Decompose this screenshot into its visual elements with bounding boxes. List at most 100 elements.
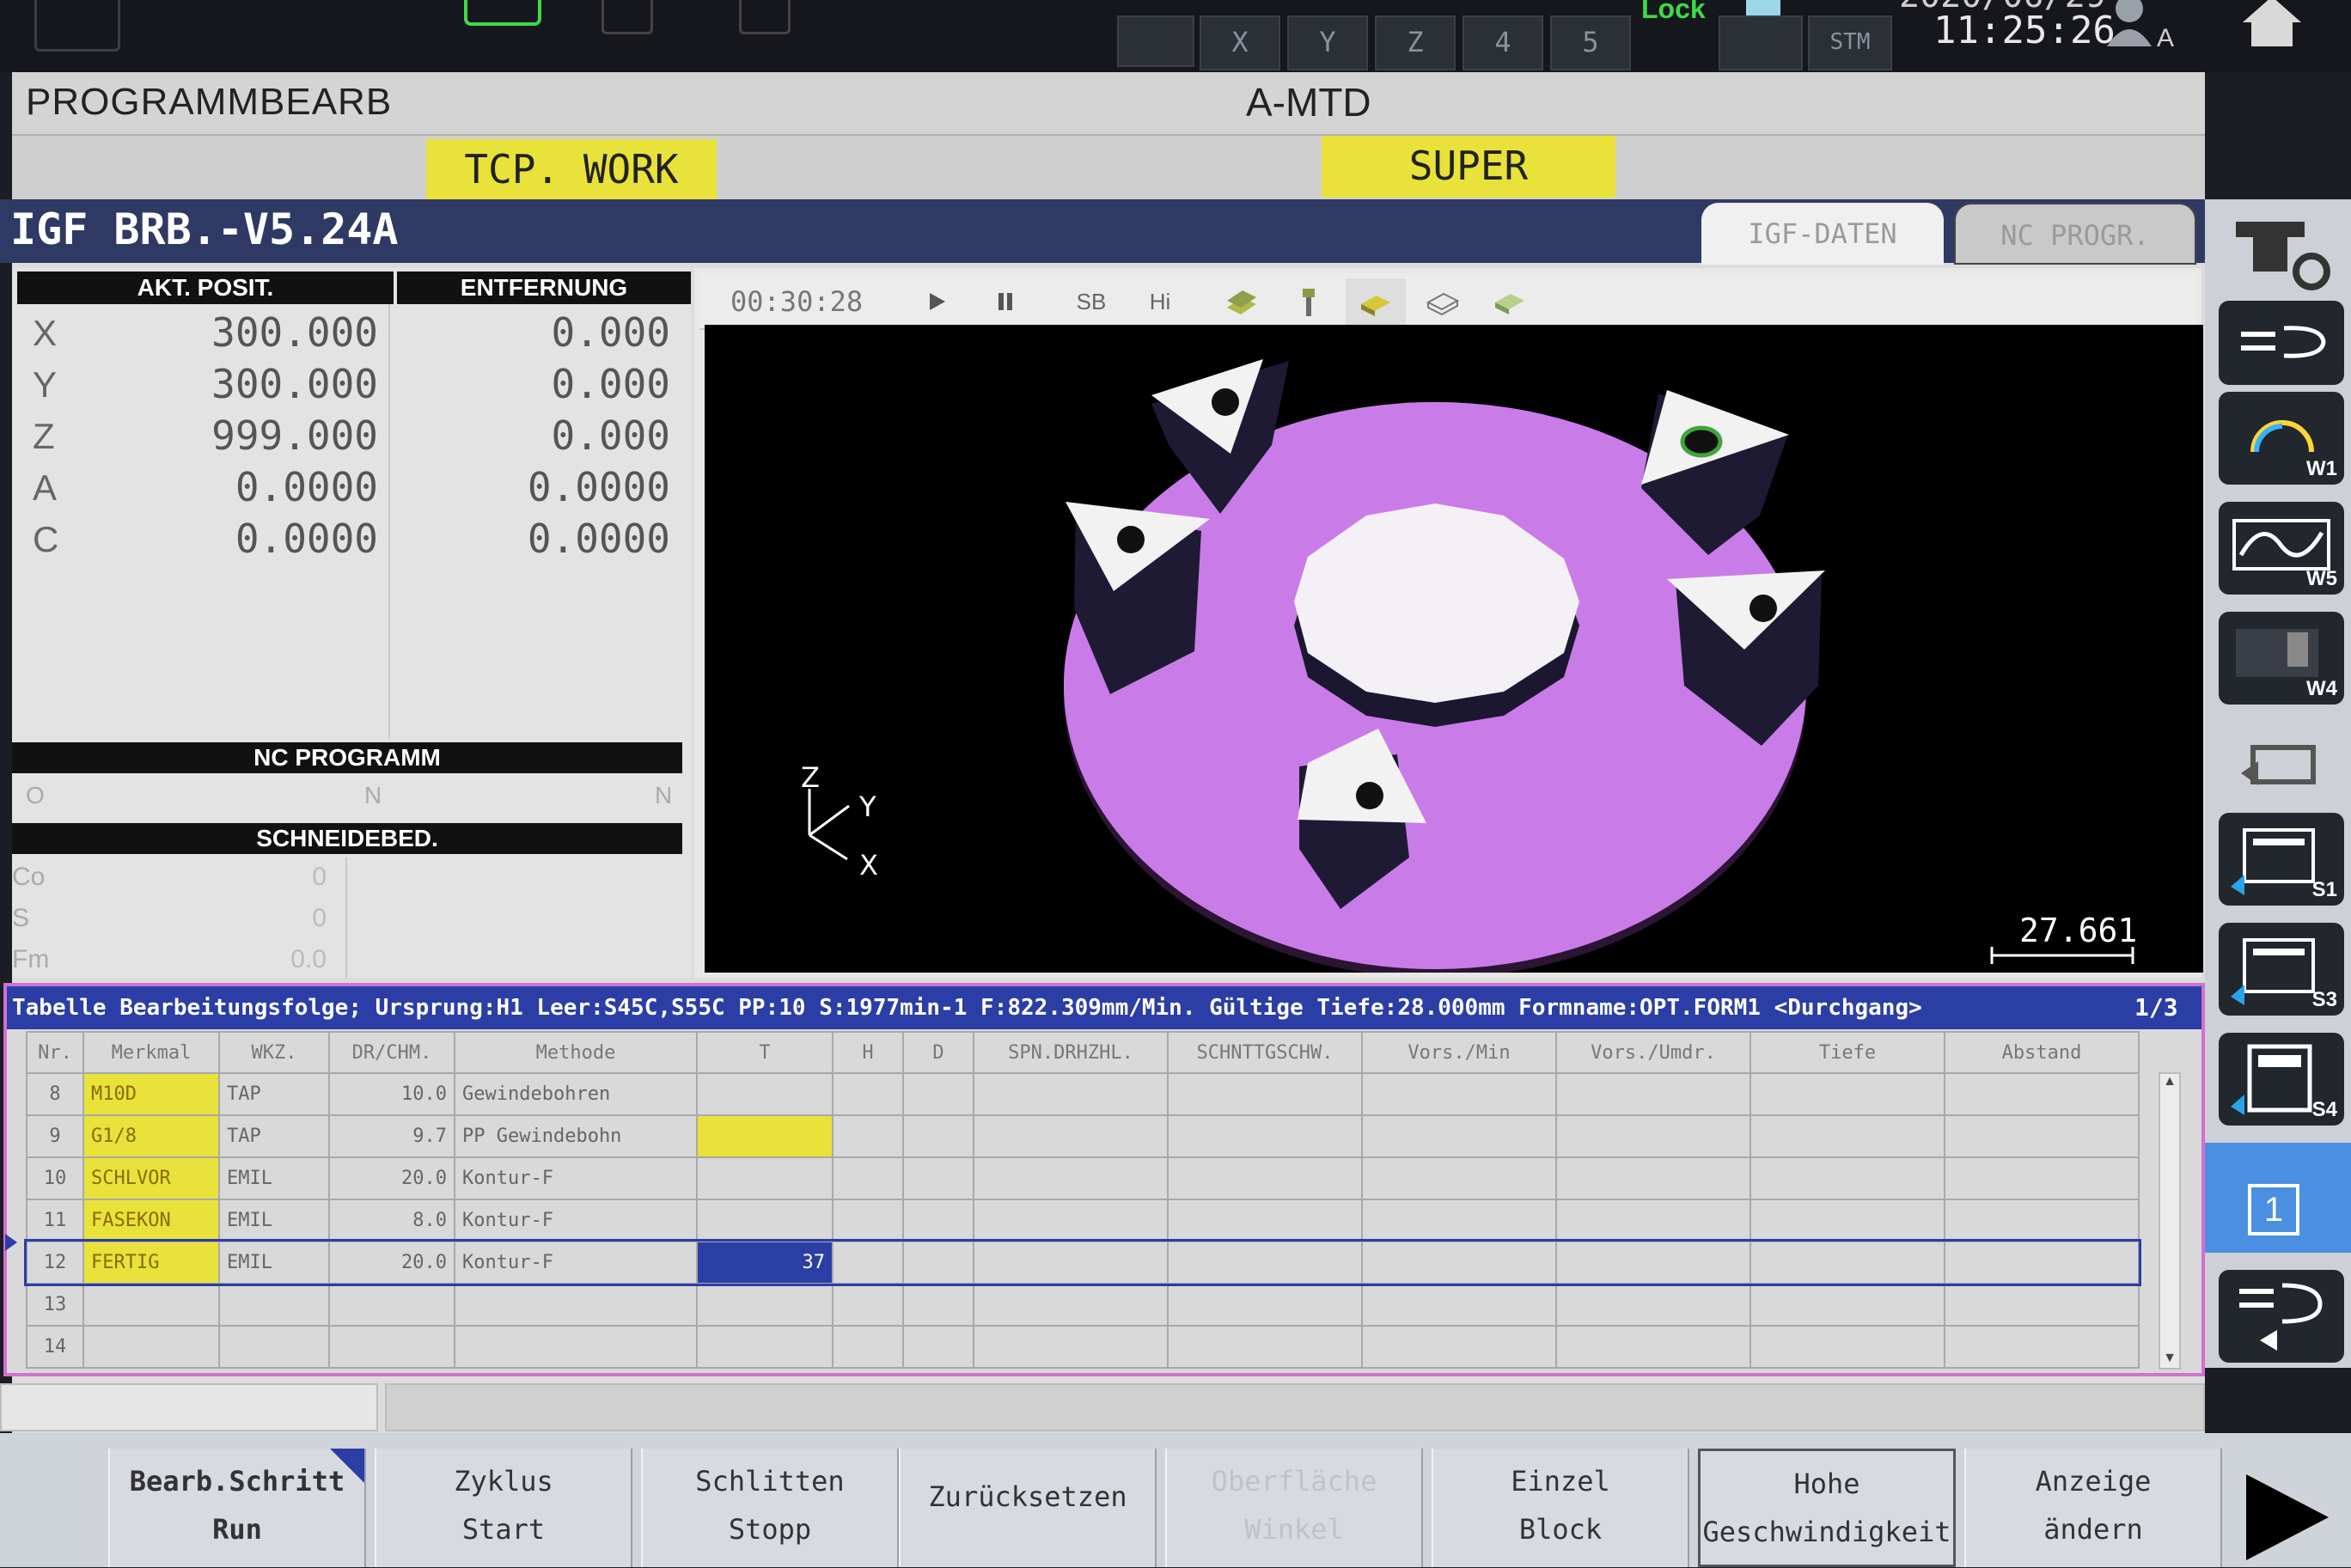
row-merkmal[interactable] — [82, 1283, 220, 1327]
softkey-high-speed[interactable]: Hohe Geschwindigkeit — [1698, 1449, 1956, 1567]
row-dr[interactable]: 8.0 — [328, 1199, 455, 1242]
row-h[interactable] — [832, 1283, 904, 1327]
row-feed-rev[interactable] — [1555, 1156, 1751, 1200]
row-spindle[interactable] — [973, 1199, 1169, 1242]
table-row[interactable]: 11 FASEKON EMIL 8.0 Kontur-F — [26, 1199, 2140, 1242]
table-row[interactable]: 8 M10D TAP 10.0 Gewindebohren — [26, 1072, 2140, 1116]
row-wkz[interactable] — [218, 1325, 330, 1369]
row-t[interactable] — [696, 1156, 834, 1200]
row-distance[interactable] — [1944, 1283, 2140, 1327]
table-row[interactable]: 14 — [26, 1325, 2140, 1369]
row-cut-speed[interactable] — [1167, 1156, 1363, 1200]
row-d[interactable] — [902, 1156, 974, 1200]
row-feed-rev[interactable] — [1555, 1114, 1751, 1158]
program-list-button[interactable] — [2219, 301, 2344, 385]
row-dr[interactable]: 10.0 — [328, 1072, 455, 1116]
row-t[interactable] — [696, 1114, 834, 1158]
row-methode[interactable]: Gewindebohren — [454, 1072, 698, 1116]
row-distance[interactable] — [1944, 1325, 2140, 1369]
next-page-button[interactable] — [2234, 1461, 2337, 1564]
w5-button[interactable]: W5 — [2219, 502, 2344, 595]
row-spindle[interactable] — [973, 1156, 1169, 1200]
row-feed-rev[interactable] — [1555, 1199, 1751, 1242]
table-row[interactable]: 10 SCHLVOR EMIL 20.0 Kontur-F — [26, 1156, 2140, 1200]
program-return-button[interactable] — [2219, 1270, 2344, 1363]
row-h[interactable] — [832, 1156, 904, 1200]
softkey-reset[interactable]: Zurücksetzen — [899, 1449, 1157, 1567]
row-depth[interactable] — [1750, 1325, 1945, 1369]
softkey-surface-angle[interactable]: Oberfläche Winkel — [1165, 1449, 1423, 1567]
softkey-change-display[interactable]: Anzeige ändern — [1964, 1449, 2222, 1567]
row-dr[interactable]: 20.0 — [328, 1156, 455, 1200]
s4-button[interactable]: S4 — [2219, 1033, 2344, 1126]
s3-button[interactable]: S3 — [2219, 923, 2344, 1016]
softkey-cycle-start[interactable]: Zyklus Start — [375, 1449, 632, 1567]
row-feed-rev[interactable] — [1555, 1325, 1751, 1369]
single-block-button[interactable]: SB — [1066, 278, 1117, 325]
row-wkz[interactable]: TAP — [218, 1114, 330, 1158]
row-feed-min[interactable] — [1361, 1241, 1557, 1284]
table-row-selected[interactable]: 12 FERTIG EMIL 20.0 Kontur-F 37 — [24, 1239, 2141, 1286]
row-methode[interactable]: Kontur-F — [454, 1241, 698, 1284]
row-feed-min[interactable] — [1361, 1283, 1557, 1327]
table-row[interactable]: 9 G1/8 TAP 9.7 PP Gewindebohn — [26, 1114, 2140, 1158]
row-distance[interactable] — [1944, 1241, 2140, 1284]
row-depth[interactable] — [1750, 1072, 1945, 1116]
row-h[interactable] — [832, 1241, 904, 1284]
row-feed-rev[interactable] — [1555, 1283, 1751, 1327]
row-methode[interactable] — [454, 1283, 698, 1327]
row-feed-min[interactable] — [1361, 1156, 1557, 1200]
row-feed-rev[interactable] — [1555, 1241, 1751, 1284]
tool-button[interactable] — [1279, 278, 1339, 325]
row-d[interactable] — [902, 1072, 974, 1116]
row-methode[interactable]: PP Gewindebohn — [454, 1114, 698, 1158]
row-distance[interactable] — [1944, 1114, 2140, 1158]
row-merkmal[interactable]: SCHLVOR — [82, 1156, 220, 1200]
table-scrollbar[interactable]: ▲ ▼ — [2159, 1072, 2181, 1370]
row-d[interactable] — [902, 1283, 974, 1327]
row-d[interactable] — [902, 1114, 974, 1158]
row-t[interactable] — [696, 1325, 834, 1369]
row-feed-min[interactable] — [1361, 1325, 1557, 1369]
toolpath-button[interactable] — [1212, 278, 1272, 325]
row-spindle[interactable] — [973, 1114, 1169, 1158]
row-merkmal[interactable] — [82, 1325, 220, 1369]
row-t-selected[interactable]: 37 — [696, 1241, 834, 1284]
row-d[interactable] — [902, 1325, 974, 1369]
window-switch-button[interactable] — [2219, 727, 2344, 801]
row-cut-speed[interactable] — [1167, 1283, 1363, 1327]
row-merkmal[interactable]: FASEKON — [82, 1199, 220, 1242]
row-depth[interactable] — [1750, 1283, 1945, 1327]
row-cut-speed[interactable] — [1167, 1199, 1363, 1242]
play-button[interactable] — [911, 278, 962, 325]
row-dr[interactable]: 20.0 — [328, 1241, 455, 1284]
row-h[interactable] — [832, 1325, 904, 1369]
row-cut-speed[interactable] — [1167, 1114, 1363, 1158]
row-spindle[interactable] — [973, 1325, 1169, 1369]
row-h[interactable] — [832, 1114, 904, 1158]
row-h[interactable] — [832, 1072, 904, 1116]
tab-nc-progr[interactable]: NC PROGR. — [1954, 203, 2196, 265]
row-spindle[interactable] — [973, 1241, 1169, 1284]
row-merkmal[interactable]: M10D — [82, 1072, 220, 1116]
row-distance[interactable] — [1944, 1199, 2140, 1242]
row-feed-min[interactable] — [1361, 1072, 1557, 1116]
w4-button[interactable]: W4 — [2219, 612, 2344, 705]
row-cut-speed[interactable] — [1167, 1241, 1363, 1284]
pause-button[interactable] — [980, 278, 1031, 325]
row-methode[interactable]: Kontur-F — [454, 1199, 698, 1242]
door-icon[interactable] — [601, 0, 653, 34]
row-wkz[interactable]: EMIL — [218, 1241, 330, 1284]
row-dr[interactable]: 9.7 — [328, 1114, 455, 1158]
row-wkz[interactable]: TAP — [218, 1072, 330, 1116]
softkey-run-step[interactable]: Bearb.Schritt Run — [108, 1449, 366, 1567]
row-d[interactable] — [902, 1241, 974, 1284]
row-spindle[interactable] — [973, 1072, 1169, 1116]
row-dr[interactable] — [328, 1325, 455, 1369]
row-t[interactable] — [696, 1072, 834, 1116]
wireframe-view-button[interactable] — [1413, 278, 1473, 325]
balance-icon[interactable] — [739, 0, 791, 34]
high-speed-button[interactable]: Hi — [1134, 278, 1186, 325]
row-h[interactable] — [832, 1199, 904, 1242]
row-dr[interactable] — [328, 1283, 455, 1327]
